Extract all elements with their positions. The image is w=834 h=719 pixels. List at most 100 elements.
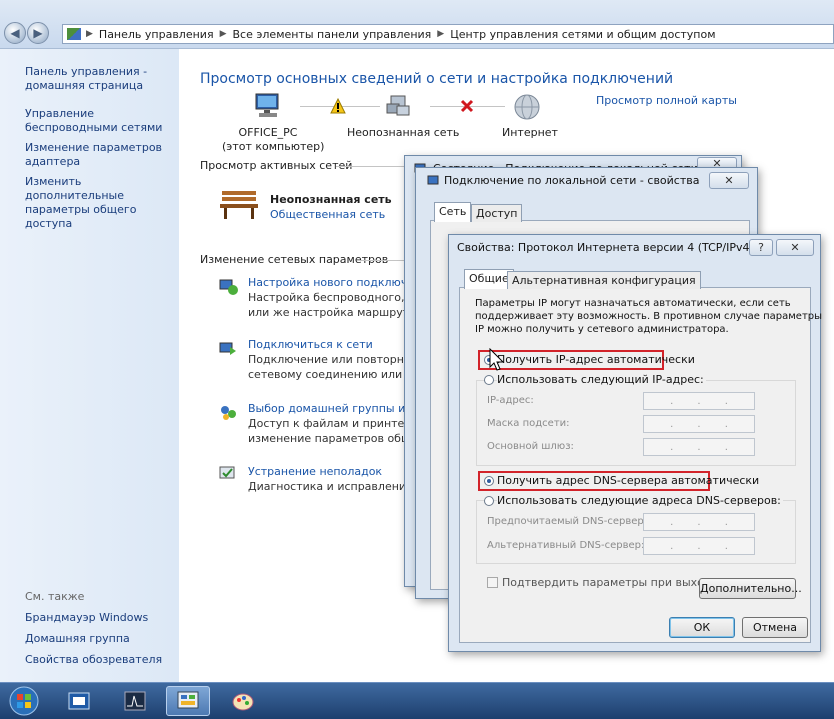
- active-network-type-link[interactable]: Общественная сеть: [270, 208, 385, 221]
- task-new-connection: Настройка нового подключения Настройка б…: [248, 275, 406, 320]
- dns-manual-label[interactable]: Использовать следующие адреса DNS-сервер…: [497, 494, 783, 507]
- control-panel-icon: [177, 691, 199, 709]
- default-gateway-label: Основной шлюз:: [487, 441, 574, 452]
- cancel-button[interactable]: Отмена: [742, 617, 808, 638]
- dns-auto-radio[interactable]: [484, 476, 494, 486]
- address-bar[interactable]: ▶ Панель управления ▶ Все элементы панел…: [62, 24, 834, 44]
- default-gateway-field[interactable]: ...: [643, 438, 755, 456]
- paint-icon: [232, 693, 254, 711]
- validate-label[interactable]: Подтвердить параметры при выходе: [502, 576, 718, 589]
- ipv4-close-button[interactable]: ✕: [776, 239, 814, 256]
- network-connection-icon: [427, 175, 439, 185]
- ok-button[interactable]: ОК: [669, 617, 735, 638]
- ip-address-label: IP-адрес:: [487, 395, 534, 406]
- network-icon: [386, 95, 410, 116]
- warning-icon: [330, 98, 346, 114]
- see-also-internet-options[interactable]: Свойства обозревателя: [25, 653, 175, 667]
- address-bar-area: ◀ ▶ ▶ Панель управления ▶ Все элементы п…: [0, 0, 834, 49]
- sidebar-item-wireless[interactable]: Управление беспроводными сетями: [25, 107, 175, 135]
- active-network-name: Неопознанная сеть: [270, 193, 392, 206]
- sidebar-item-adapter[interactable]: Изменение параметров адаптера: [25, 141, 175, 169]
- validate-checkbox[interactable]: [487, 577, 498, 588]
- taskbar-explorer-button[interactable]: [60, 686, 98, 716]
- alternate-dns-label: Альтернативный DNS-сервер:: [487, 540, 645, 551]
- globe-icon: [514, 94, 540, 120]
- back-button[interactable]: ◀: [4, 22, 26, 44]
- ip-auto-label[interactable]: Получить IP-адрес автоматически: [497, 353, 695, 366]
- breadcrumb-all-items[interactable]: Все элементы панели управления: [229, 28, 436, 41]
- section-divider: [336, 166, 406, 167]
- task-desc: изменение параметров общего доступа: [248, 432, 406, 445]
- section-divider: [360, 260, 406, 261]
- task-homegroup: Выбор домашней группы и параметров общег…: [248, 401, 406, 446]
- dns-manual-radio[interactable]: [484, 496, 494, 506]
- ipv4-dialog-title: Свойства: Протокол Интернета версии 4 (T…: [457, 241, 754, 254]
- forward-button[interactable]: ▶: [27, 22, 49, 44]
- sidebar: Панель управления - домашняя страница Уп…: [0, 49, 179, 682]
- breadcrumb-control-panel[interactable]: Панель управления: [95, 28, 218, 41]
- see-also-header: См. также: [25, 590, 85, 603]
- tab-network[interactable]: Сеть: [434, 202, 472, 222]
- connect-network-icon: [219, 342, 236, 355]
- breadcrumb-network-center[interactable]: Центр управления сетями и общим доступом: [446, 28, 719, 41]
- full-map-link[interactable]: Просмотр полной карты: [596, 94, 737, 107]
- mouse-cursor-icon: [489, 348, 505, 371]
- windows-orb-icon: [9, 686, 39, 716]
- computer-icon: [255, 93, 279, 117]
- properties-window-title: Подключение по локальной сети - свойства: [444, 174, 700, 187]
- see-also-homegroup[interactable]: Домашняя группа: [25, 632, 175, 646]
- active-networks-header: Просмотр активных сетей: [200, 159, 353, 172]
- sidebar-item-sharing[interactable]: Изменить дополнительные параметры общего…: [25, 175, 175, 231]
- properties-close-button[interactable]: ✕: [709, 172, 749, 189]
- task-desc: Диагностика и исправление сетевых пробле…: [248, 480, 406, 493]
- new-connection-link[interactable]: Настройка нового подключения: [248, 275, 406, 290]
- ipv4-description: Параметры IP могут назначаться автоматич…: [475, 297, 822, 336]
- task-desc: сетевому соединению или подключение: [248, 368, 406, 381]
- subnet-mask-label: Маска подсети:: [487, 418, 570, 429]
- taskbar-paint-button[interactable]: [224, 686, 262, 716]
- description-line: поддерживает эту возможность. В противно…: [475, 311, 823, 322]
- troubleshoot-icon: [219, 466, 235, 479]
- subnet-mask-field[interactable]: ...: [643, 415, 755, 433]
- connect-network-link[interactable]: Подключиться к сети: [248, 337, 406, 352]
- troubleshoot-link[interactable]: Устранение неполадок: [248, 464, 406, 479]
- task-desc: Настройка беспроводного, широкополосного: [248, 291, 406, 304]
- see-also-firewall[interactable]: Брандмауэр Windows: [25, 611, 175, 625]
- task-troubleshoot: Устранение неполадок Диагностика и испра…: [248, 464, 406, 494]
- task-desc: Доступ к файлам и принтерам, расположенн…: [248, 417, 406, 430]
- alternate-dns-field[interactable]: ...: [643, 537, 755, 555]
- breadcrumb-arrow-icon: ▶: [219, 29, 227, 39]
- taskbar-monitor-button[interactable]: [116, 686, 154, 716]
- sidebar-home-link[interactable]: Панель управления - домашняя страница: [25, 65, 175, 93]
- homegroup-icon: [221, 406, 236, 420]
- explorer-icon: [68, 692, 90, 710]
- dns-auto-label[interactable]: Получить адрес DNS-сервера автоматически: [497, 474, 759, 487]
- description-line: IP можно получить у сетевого администрат…: [475, 324, 729, 335]
- performance-monitor-icon: [124, 691, 146, 711]
- preferred-dns-label: Предпочитаемый DNS-сервер:: [487, 516, 648, 527]
- taskbar-control-panel-button[interactable]: [166, 686, 210, 716]
- page-title: Просмотр основных сведений о сети и наст…: [200, 71, 674, 87]
- task-connect: Подключиться к сети Подключение или повт…: [248, 337, 406, 382]
- bench-icon: [220, 191, 258, 219]
- map-computer-sub: (этот компьютер): [222, 140, 325, 153]
- tab-alternate-config[interactable]: Альтернативная конфигурация: [507, 271, 701, 289]
- taskbar: [0, 682, 834, 719]
- task-desc: Подключение или повторное подключение к: [248, 353, 406, 366]
- new-connection-icon: [219, 279, 238, 295]
- map-computer-name: OFFICE_PC: [238, 126, 298, 139]
- tab-sharing[interactable]: Доступ: [471, 204, 523, 222]
- ip-address-field[interactable]: ...: [643, 392, 755, 410]
- control-panel-icon: [67, 28, 81, 40]
- map-network-name: Неопознанная сеть: [347, 126, 460, 139]
- help-button[interactable]: ?: [749, 239, 773, 256]
- homegroup-link[interactable]: Выбор домашней группы и параметров общег…: [248, 401, 406, 416]
- map-internet-label: Интернет: [502, 126, 558, 139]
- start-button[interactable]: [4, 686, 44, 716]
- preferred-dns-field[interactable]: ...: [643, 513, 755, 531]
- ip-manual-radio[interactable]: [484, 375, 494, 385]
- ip-manual-label[interactable]: Использовать следующий IP-адрес:: [497, 373, 706, 386]
- breadcrumb-arrow-icon: ▶: [86, 29, 93, 39]
- task-desc: или же настройка маршрутизатора: [248, 306, 406, 319]
- advanced-button[interactable]: Дополнительно...: [699, 578, 802, 599]
